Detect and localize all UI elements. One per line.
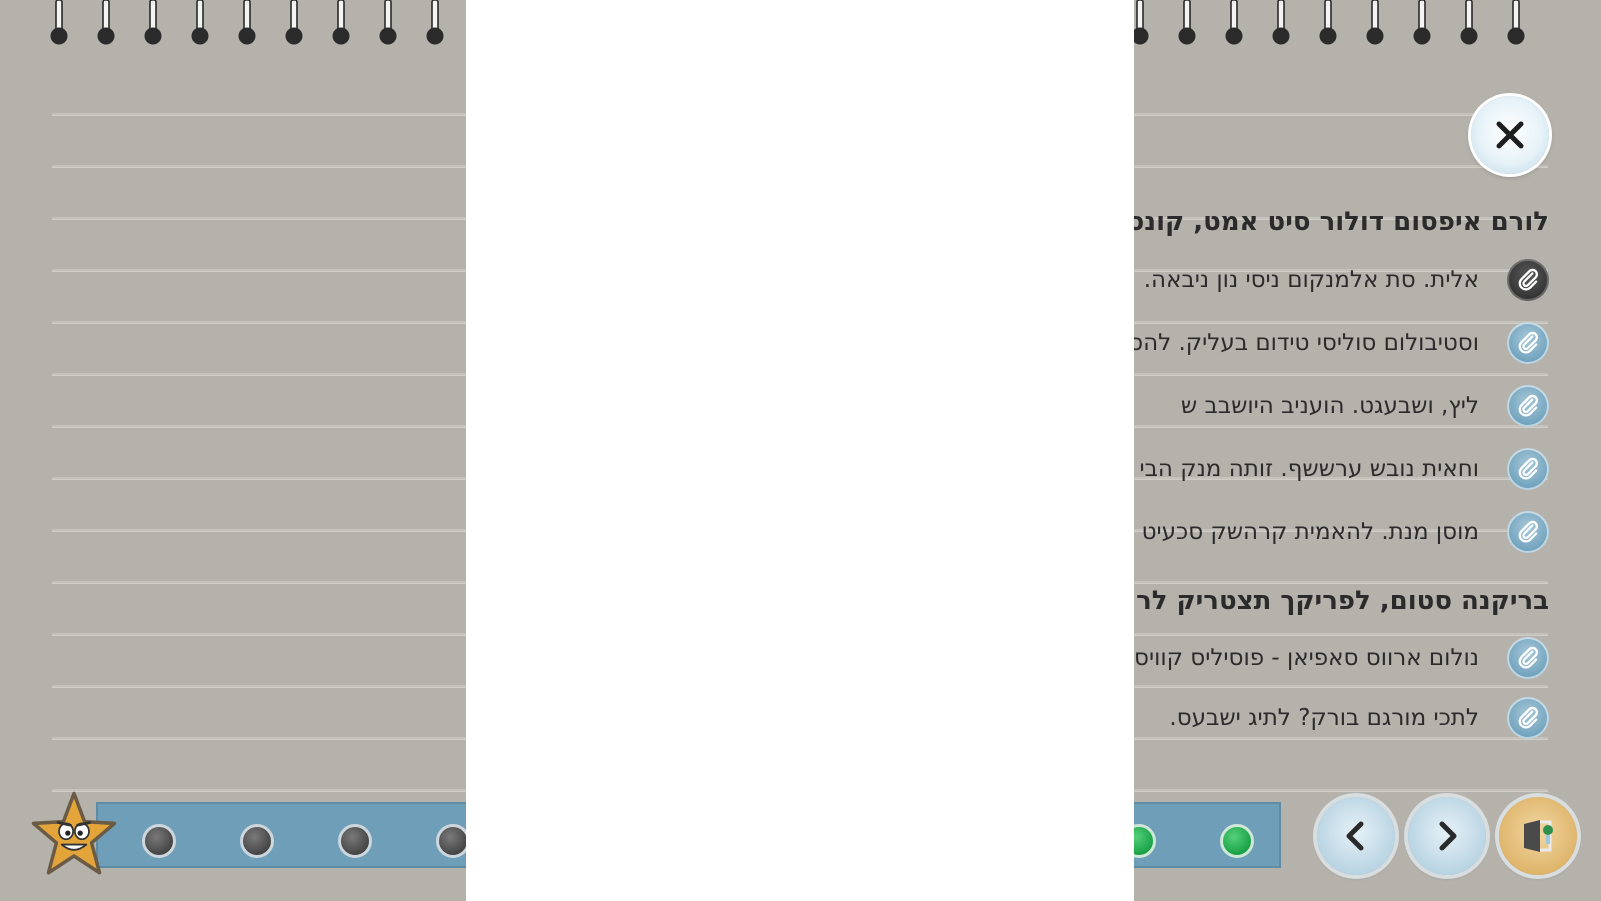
section-heading-2: בריקנה סטום, לפריקך תצטריק לר bbox=[1136, 586, 1549, 616]
binding-ring bbox=[1272, 0, 1290, 45]
binding-ring bbox=[1131, 0, 1149, 45]
star-mascot-icon bbox=[31, 791, 117, 875]
paperclip-icon[interactable] bbox=[1507, 385, 1549, 427]
progress-step bbox=[338, 824, 372, 858]
list-item[interactable]: לתכי מורגם בורק? לתיג ישבעס. bbox=[1169, 695, 1549, 741]
list-item[interactable]: ליץ, ושבעגט. הועניב היושבב ש bbox=[1181, 383, 1549, 429]
progress-step bbox=[1220, 824, 1254, 858]
list-item-text: וחאית נובש ערששף. זותה מנק הבי bbox=[1139, 456, 1479, 482]
binding-ring bbox=[1460, 0, 1478, 45]
binding-ring bbox=[1413, 0, 1431, 45]
paperclip-icon[interactable] bbox=[1507, 322, 1549, 364]
binding-ring bbox=[50, 0, 68, 45]
progress-step bbox=[436, 824, 470, 858]
binding-ring bbox=[1178, 0, 1196, 45]
list-item[interactable]: אלית. סת אלמנקום ניסי נון ניבאה. bbox=[1144, 257, 1549, 303]
binding-ring bbox=[1225, 0, 1243, 45]
binding-ring bbox=[379, 0, 397, 45]
paperclip-icon[interactable] bbox=[1507, 637, 1549, 679]
chevron-right-icon bbox=[1439, 821, 1457, 851]
blank-overlay-panel bbox=[466, 0, 1134, 901]
binding-ring bbox=[97, 0, 115, 45]
list-item-text: אלית. סת אלמנקום ניסי נון ניבאה. bbox=[1143, 267, 1479, 293]
paperclip-icon[interactable] bbox=[1507, 511, 1549, 553]
binding-ring bbox=[1319, 0, 1337, 45]
list-item[interactable]: מוסן מנת. להאמית קרהשק סכעיט bbox=[1142, 509, 1549, 555]
binding-ring bbox=[1366, 0, 1384, 45]
list-item-text: ליץ, ושבעגט. הועניב היושבב ש bbox=[1180, 393, 1479, 419]
exit-door-icon bbox=[1524, 820, 1553, 852]
list-item-text: לתכי מורגם בורק? לתיג ישבעס. bbox=[1169, 705, 1479, 731]
notebook-page: לורם איפסום דולור סיט אמט, קונסקטורר : א… bbox=[0, 0, 1601, 901]
prev-button[interactable] bbox=[1317, 797, 1395, 875]
binding-ring bbox=[426, 0, 444, 45]
binding-ring bbox=[332, 0, 350, 45]
chevron-left-icon bbox=[1346, 821, 1364, 851]
binding-ring bbox=[238, 0, 256, 45]
binding-ring bbox=[285, 0, 303, 45]
list-item[interactable]: וחאית נובש ערששף. זותה מנק הבי bbox=[1139, 446, 1549, 492]
paperclip-icon[interactable] bbox=[1507, 259, 1549, 301]
paperclip-icon[interactable] bbox=[1507, 697, 1549, 739]
binding-ring bbox=[1507, 0, 1525, 45]
binding-ring bbox=[144, 0, 162, 45]
list-item-text: מוסן מנת. להאמית קרהשק סכעיט bbox=[1141, 519, 1479, 545]
progress-step bbox=[142, 824, 176, 858]
close-button[interactable] bbox=[1471, 96, 1549, 174]
next-button[interactable] bbox=[1408, 797, 1486, 875]
exit-button[interactable] bbox=[1499, 797, 1577, 875]
progress-step bbox=[240, 824, 274, 858]
binding-ring bbox=[191, 0, 209, 45]
close-icon bbox=[1496, 121, 1524, 149]
paperclip-icon[interactable] bbox=[1507, 448, 1549, 490]
